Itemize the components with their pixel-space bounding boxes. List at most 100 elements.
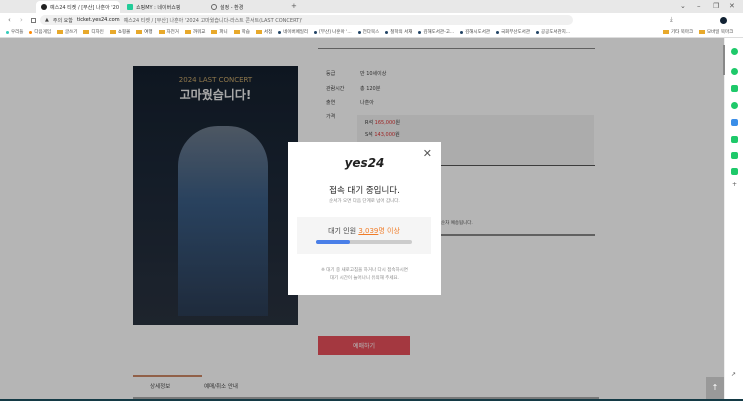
bookmark-label: 철학의 서재	[390, 30, 413, 35]
page-title-text: 예스24 티켓 / [부산] 나훈아 '2024 고마웠습니다-라스트 콘서트(…	[123, 17, 303, 24]
site-icon	[278, 30, 282, 34]
queue-info: 대기 인원 3,039명 이상	[297, 226, 431, 236]
bookmark-item[interactable]: 네이버페일리	[278, 29, 308, 35]
bookmark-label: 기타 북마크	[671, 30, 694, 35]
folder-icon	[136, 30, 143, 34]
folder-icon	[56, 30, 63, 34]
sidebar-app-icon[interactable]	[731, 68, 738, 75]
site-icon	[495, 30, 499, 34]
tab-settings[interactable]: 설정 - 환경	[206, 1, 286, 13]
queue-label: 대기 인원	[328, 227, 357, 235]
tab-naver-shopping[interactable]: 쇼핑MY : 네이버쇼핑	[122, 1, 204, 13]
bookmark-item[interactable]: 국회부산도서관	[495, 29, 530, 35]
sidebar-app-icon[interactable]	[731, 136, 738, 143]
queue-box: 대기 인원 3,039명 이상	[297, 217, 431, 254]
tab-search-button[interactable]: ⌄	[680, 2, 686, 10]
tab-label: 쇼핑MY : 네이버쇼핑	[136, 4, 181, 11]
bookmark-label: 다음게임	[34, 30, 51, 35]
modal-title: 접속 대기 중입니다.	[329, 186, 400, 196]
bookmark-item[interactable]: 자전거	[158, 29, 179, 35]
scroll-top-button[interactable]: ↑	[706, 377, 724, 401]
sidebar-app-icon[interactable]	[731, 85, 738, 92]
bookmark-label: 김해도서관-고...	[423, 30, 455, 35]
close-icon[interactable]: ✕	[423, 147, 432, 160]
bookmarks-bar: 우리들 다음게임 글쓰기 디자인 쇼핑몰 여행 자전거 까워교 파니 학습 서점 네이버페일리 [부산]…	[0, 27, 743, 38]
external-link-icon[interactable]: ↗	[731, 371, 736, 378]
sidebar-add-icon[interactable]: +	[732, 181, 737, 188]
queue-suffix: 명 이상	[378, 227, 400, 235]
folder-icon	[109, 30, 116, 34]
url-field[interactable]: ▲ 주의 요함 ticket.yes24.com 예스24 티켓 / [부산] …	[40, 15, 573, 25]
download-icon[interactable]: ⤓	[670, 16, 673, 24]
bookmark-label: 서점	[263, 30, 273, 35]
bookmark-label: 김해시도서관	[465, 30, 490, 35]
profile-avatar[interactable]	[720, 16, 727, 24]
folder-icon	[158, 30, 165, 34]
bookmark-item[interactable]: 서점	[255, 29, 273, 35]
yes24-logo: yes24	[344, 156, 385, 170]
bookmark-label: 전다북스	[362, 30, 380, 35]
bookmark-label: 네이버페일리	[283, 30, 309, 35]
forward-icon[interactable]: ›	[20, 16, 23, 24]
site-icon	[385, 30, 389, 34]
bookmark-folder[interactable]: 기타 북마크	[663, 29, 693, 35]
bookmark-item[interactable]: 여행	[136, 29, 153, 35]
sidebar-app-icon[interactable]	[731, 168, 738, 175]
bookmark-item[interactable]: 철학의 서재	[385, 29, 412, 35]
warning-icon: ▲	[45, 17, 49, 23]
site-icon	[357, 30, 361, 34]
bookmark-label: 공공도서관지...	[540, 30, 571, 35]
sidebar-app-icon[interactable]	[731, 119, 738, 126]
bookmark-item[interactable]: 까워교	[184, 29, 206, 35]
modal-note: ※ 대기 중 새로고침을 하거나 다시 접속하시면 대기 시간이 늘어나니 유의해…	[288, 267, 441, 283]
bookmark-folder[interactable]: 모바일 북마크	[699, 29, 733, 35]
bookmark-label: 학습	[241, 30, 250, 35]
queue-count: 3,039	[358, 227, 379, 235]
modal-subtitle: 순서가 오면 다음 단계로 넘어 갑니다.	[329, 199, 400, 204]
bookmark-item[interactable]: 공공도서관지...	[535, 29, 571, 35]
back-icon[interactable]: ‹	[8, 16, 11, 24]
address-bar-row: ‹ › ▲ 주의 요함 ticket.yes24.com 예스24 티켓 / […	[0, 13, 743, 27]
minimize-button[interactable]: –	[697, 2, 701, 10]
note-line: ※ 대기 중 새로고침을 하거나 다시 접속하시면	[321, 268, 408, 273]
scrollbar[interactable]	[723, 45, 725, 75]
folder-icon	[184, 30, 191, 34]
new-tab-button[interactable]: +	[291, 2, 297, 10]
bookmark-item[interactable]: 다음게임	[29, 29, 51, 35]
side-panel: + ↗	[724, 38, 743, 401]
sidebar-app-icon[interactable]	[731, 48, 738, 55]
site-icon	[418, 30, 422, 34]
queue-modal: yes24 ✕ 접속 대기 중입니다. 순서가 오면 다음 단계로 넘어 갑니다…	[288, 142, 441, 295]
site-icon	[314, 30, 318, 34]
bookmark-item[interactable]: [부산] 나훈아 '...	[314, 29, 352, 35]
bookmark-item[interactable]: 김해도서관-고...	[418, 29, 454, 35]
bookmark-item[interactable]: 전다북스	[357, 29, 380, 35]
bookmark-label: [부산] 나훈아 '...	[319, 30, 352, 35]
split-view-icon[interactable]	[31, 17, 36, 23]
bookmark-label: 우리들	[11, 30, 24, 35]
maximize-button[interactable]: ❐	[713, 2, 719, 10]
bookmark-item[interactable]: 쇼핑몰	[109, 29, 130, 35]
bookmark-label: 국회부산도서관	[500, 30, 530, 35]
settings-favicon-icon	[211, 4, 217, 10]
bookmark-label: 디자인	[91, 30, 104, 35]
bookmark-item[interactable]: 우리들	[6, 29, 23, 35]
sidebar-app-icon[interactable]	[731, 102, 738, 109]
bookmark-item[interactable]: 김해시도서관	[460, 29, 490, 35]
folder-icon	[663, 30, 669, 34]
site-icon	[29, 30, 33, 34]
close-window-button[interactable]: ✕	[729, 2, 735, 10]
sidebar-app-icon[interactable]	[731, 152, 738, 159]
tab-yes24[interactable]: 예스24 티켓 / [부산] 나훈아 '20	[36, 1, 120, 13]
tab-bar: 예스24 티켓 / [부산] 나훈아 '20 쇼핑MY : 네이버쇼핑 설정 -…	[0, 0, 743, 13]
bookmark-label: 자전거	[166, 30, 179, 35]
tab-label: 설정 - 환경	[220, 4, 244, 11]
bookmark-item[interactable]: 파니	[211, 29, 228, 35]
bookmark-item[interactable]: 디자인	[83, 29, 104, 35]
url-text: ticket.yes24.com	[76, 17, 120, 23]
folder-icon	[83, 30, 90, 34]
folder-icon	[699, 30, 705, 34]
bookmark-item[interactable]: 글쓰기	[56, 29, 77, 35]
bookmark-item[interactable]: 학습	[233, 29, 250, 35]
bookmark-label: 까워교	[192, 30, 206, 35]
